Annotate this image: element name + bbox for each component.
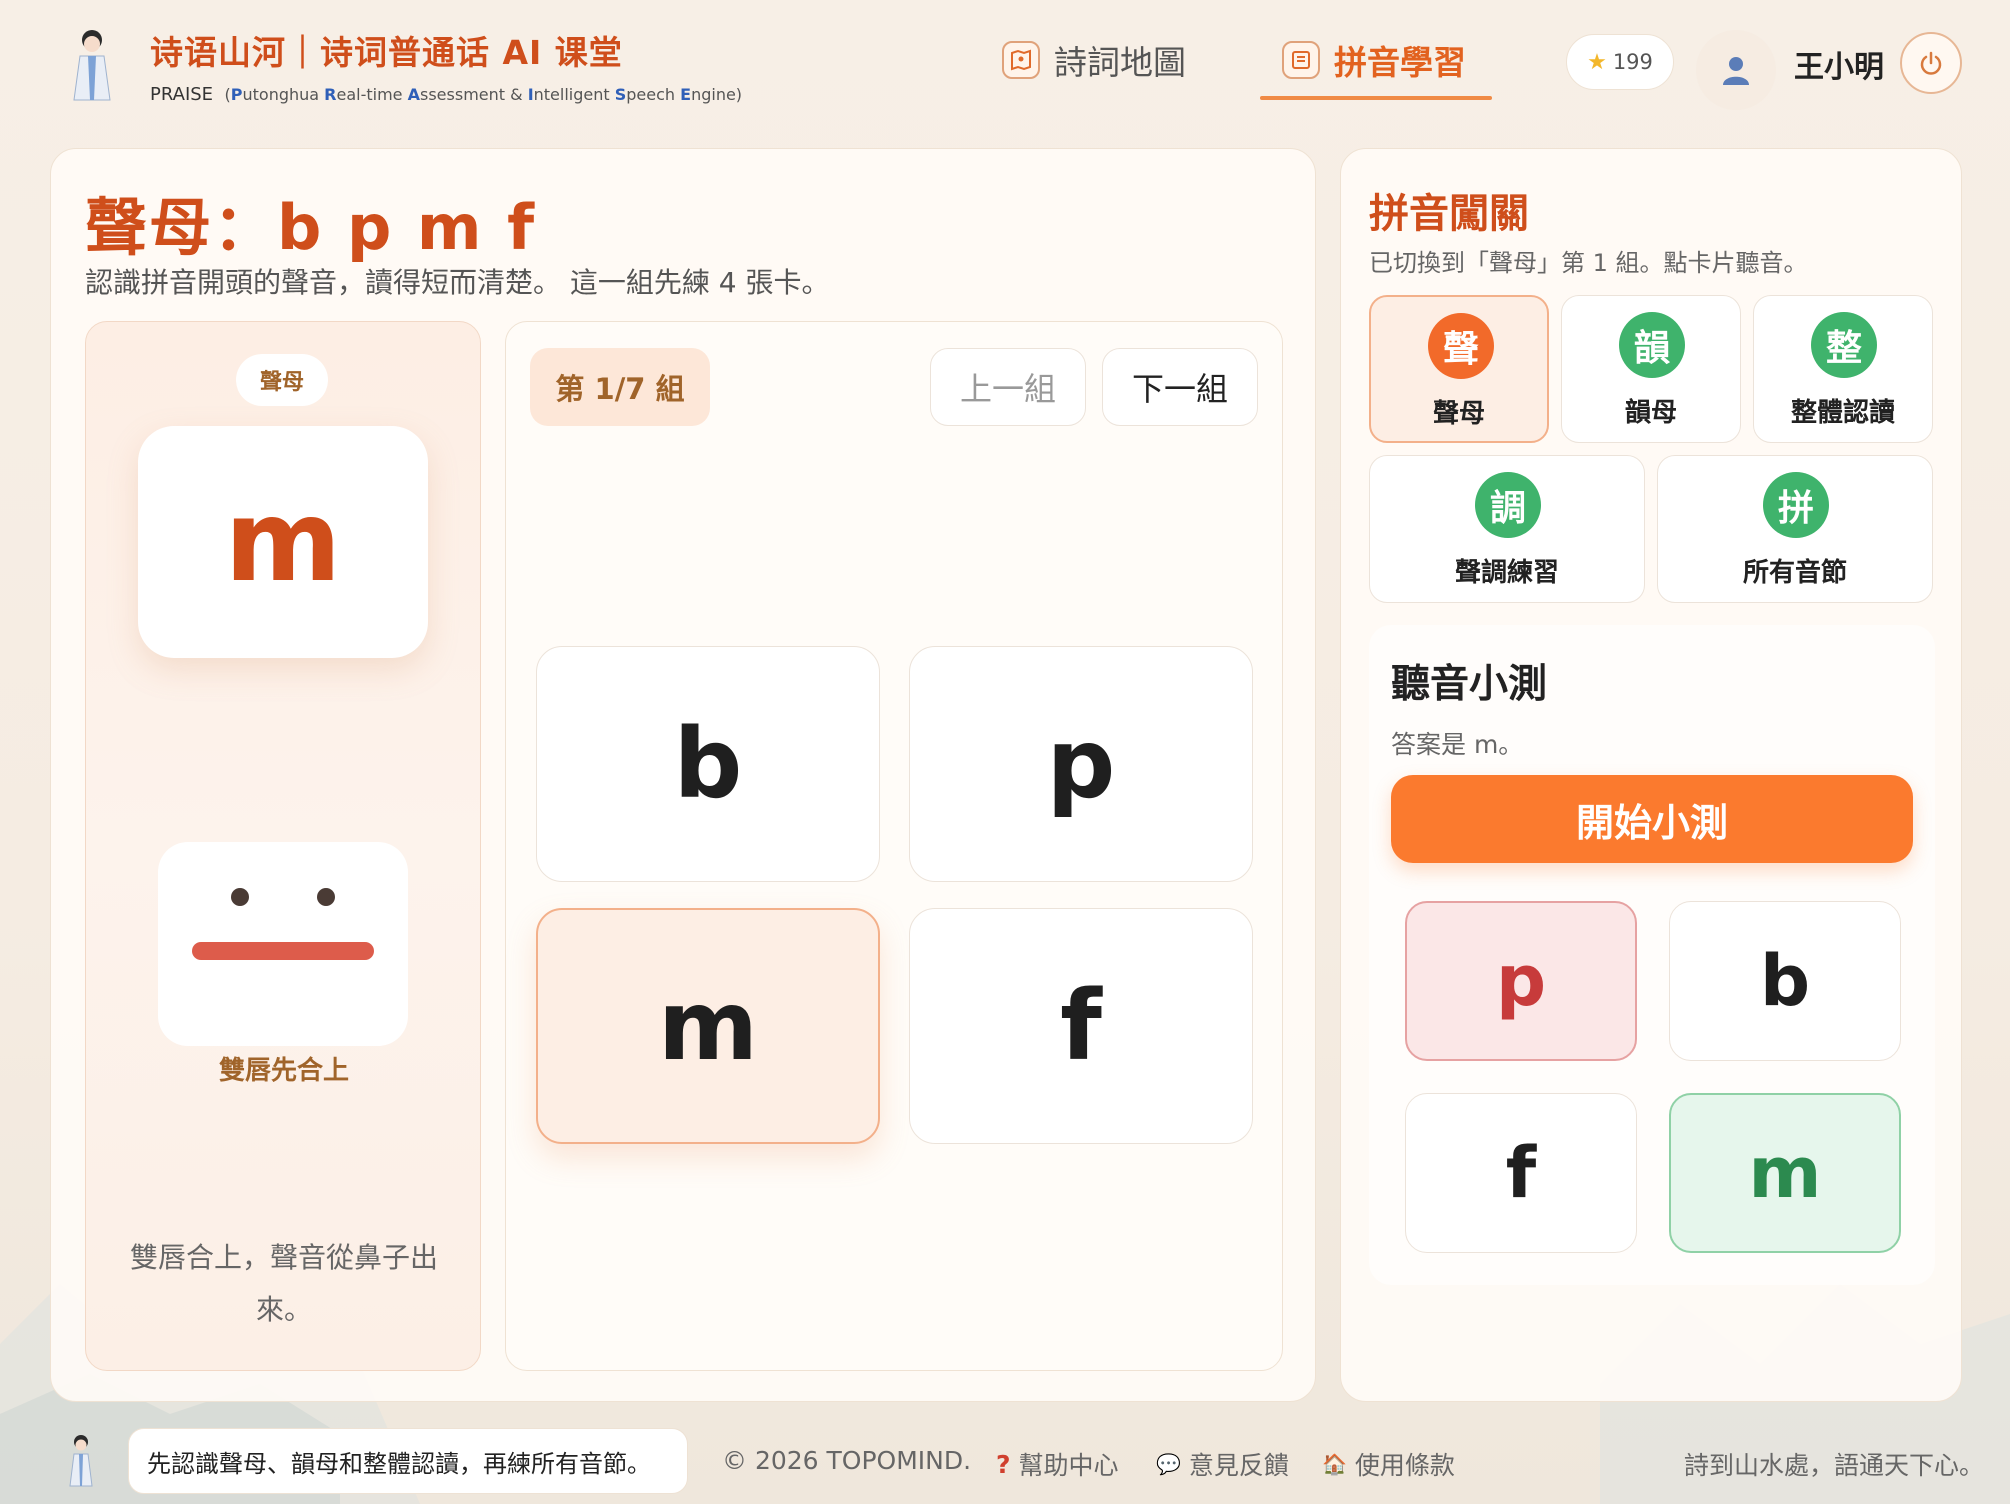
quiz-option-b[interactable]: b — [1669, 901, 1901, 1061]
side-title: 拼音闖關 — [1369, 191, 1529, 237]
mouth-icon — [192, 888, 374, 960]
group-indicator: 第 1/7 組 — [530, 348, 710, 426]
terms-label: 使用條款 — [1354, 1451, 1455, 1480]
mode-initials-button[interactable]: 聲 聲母 — [1369, 295, 1549, 443]
nav-tab-poetry-map[interactable]: 詩詞地圖 — [1002, 30, 1186, 90]
mode-label: 聲母 — [1432, 399, 1485, 429]
page-title: 聲母：b p m f — [85, 191, 537, 264]
book-icon — [1282, 41, 1320, 79]
current-letter[interactable]: m — [138, 426, 428, 658]
copyright: © 2026 TOPOMIND. — [722, 1446, 972, 1475]
brand-sub-e: E — [680, 85, 692, 104]
mode-label: 韻母 — [1624, 398, 1677, 428]
active-tab-underline — [1260, 96, 1492, 100]
help-label: 幫助中心 — [1018, 1451, 1119, 1480]
power-icon — [1920, 51, 1942, 75]
brand-sub-r: R — [324, 85, 337, 104]
mouth-label: 雙唇先合上 — [218, 1056, 349, 1086]
logout-button[interactable] — [1900, 32, 1962, 94]
page-description: 認識拼音開頭的聲音，讀得短而清楚。 這一組先練 4 張卡。 — [85, 266, 830, 299]
nav-tab-label: 拼音學習 — [1334, 43, 1466, 82]
house-icon: 🏠 — [1322, 1452, 1347, 1476]
letter-detail-card: 聲母 m 雙唇先合上 雙唇合上，聲音從鼻子出來。 — [85, 321, 481, 1371]
quiz-option-f[interactable]: f — [1405, 1093, 1637, 1253]
top-header: 诗语山河｜诗词普通话 AI 课堂 PRAISE (Putonghua Real-… — [0, 0, 2010, 125]
side-panel: 拼音闖關 已切換到「聲母」第 1 組。點卡片聽音。 聲 聲母 韻 韻母 整 整體… — [1340, 148, 1962, 1402]
terms-link[interactable]: 🏠 使用條款 — [1322, 1446, 1455, 1482]
mode-whole-syllables-button[interactable]: 整 整體認讀 — [1753, 295, 1933, 443]
brand-sub-4: ntelligent — [533, 85, 615, 104]
star-icon: ★ — [1587, 49, 1607, 75]
mode-label: 整體認讀 — [1790, 398, 1895, 428]
map-icon — [1002, 41, 1040, 79]
mode-finals-button[interactable]: 韻 韻母 — [1561, 295, 1741, 443]
quiz-option-m[interactable]: m — [1669, 1093, 1901, 1253]
mode-tones-button[interactable]: 調 聲調練習 — [1369, 455, 1645, 603]
mascot-icon — [69, 1435, 93, 1487]
stars-badge: ★ 199 — [1566, 34, 1674, 90]
brand-sub-1: utonghua — [242, 85, 325, 104]
mode-label: 所有音節 — [1742, 558, 1847, 588]
feedback-link[interactable]: 💬 意見反饋 — [1156, 1446, 1289, 1482]
letter-card-b[interactable]: b — [536, 646, 880, 882]
brand-sub-6: ngine) — [691, 85, 743, 104]
main-panel: 聲母：b p m f 認識拼音開頭的聲音，讀得短而清楚。 這一組先練 4 張卡。… — [50, 148, 1316, 1402]
mode-label: 聲調練習 — [1454, 558, 1559, 588]
all-syllables-icon: 拼 — [1763, 472, 1829, 538]
footer-tip: 先認識聲母、韻母和整體認讀，再練所有音節。 — [128, 1428, 688, 1494]
brand-sub-3: ssessment & — [420, 85, 528, 104]
initials-icon: 聲 — [1428, 313, 1494, 379]
footer: 先認識聲母、韻母和整體認讀，再練所有音節。 © 2026 TOPOMIND. ?… — [0, 1418, 2010, 1504]
brand-name: PRAISE — [150, 84, 214, 105]
letter-card-f[interactable]: f — [909, 908, 1253, 1144]
help-center-link[interactable]: ? 幫助中心 — [996, 1446, 1119, 1482]
chat-bubble-icon: 💬 — [1156, 1452, 1181, 1476]
whole-syllables-icon: 整 — [1811, 312, 1877, 378]
prev-group-button[interactable]: 上一組 — [930, 348, 1086, 426]
category-tag: 聲母 — [236, 354, 328, 406]
quiz-title: 聽音小測 — [1391, 662, 1548, 707]
stars-count: 199 — [1612, 50, 1653, 74]
letter-card-p[interactable]: p — [909, 646, 1253, 882]
nav-tab-pinyin[interactable]: 拼音學習 — [1282, 30, 1466, 90]
quiz-answer: 答案是 m。 — [1391, 730, 1524, 759]
mode-all-syllables-button[interactable]: 拼 所有音節 — [1657, 455, 1933, 603]
listening-quiz: 聽音小測 答案是 m。 開始小測 p b f m — [1369, 625, 1935, 1285]
start-quiz-button[interactable]: 開始小測 — [1391, 775, 1913, 863]
brand-sub-5: peech — [626, 85, 681, 104]
brand-subtitle: PRAISE (Putonghua Real-time Assessment &… — [150, 84, 742, 105]
user-icon — [1723, 57, 1749, 85]
question-icon: ? — [996, 1449, 1011, 1479]
mascot-logo — [73, 30, 111, 101]
pronunciation-note: 雙唇合上，聲音從鼻子出來。 — [129, 1241, 438, 1326]
feedback-label: 意見反饋 — [1188, 1451, 1289, 1480]
quiz-option-p[interactable]: p — [1405, 901, 1637, 1061]
footer-slogan: 詩到山水處，語通天下心。 — [1683, 1451, 1984, 1480]
tones-icon: 調 — [1475, 472, 1541, 538]
letter-grid: 第 1/7 組 上一組 下一組 b p m f — [505, 321, 1283, 1371]
brand-title: 诗语山河｜诗词普通话 AI 课堂 — [150, 33, 623, 72]
finals-icon: 韻 — [1619, 312, 1685, 378]
mouth-illustration — [158, 842, 408, 1046]
brand-sub-a: A — [407, 85, 420, 104]
next-group-button[interactable]: 下一組 — [1102, 348, 1258, 426]
brand-sub-p: P — [230, 85, 243, 104]
letter-card-m[interactable]: m — [536, 908, 880, 1144]
brand-sub-s: S — [614, 85, 627, 104]
brand-sub-2: eal-time — [336, 85, 408, 104]
avatar[interactable] — [1696, 30, 1776, 110]
username: 王小明 — [1794, 50, 1884, 85]
nav-tab-label: 詩詞地圖 — [1054, 43, 1186, 82]
brand-expansion: (Putonghua Real-time Assessment & Intell… — [225, 85, 743, 104]
side-description: 已切換到「聲母」第 1 組。點卡片聽音。 — [1369, 249, 1808, 277]
